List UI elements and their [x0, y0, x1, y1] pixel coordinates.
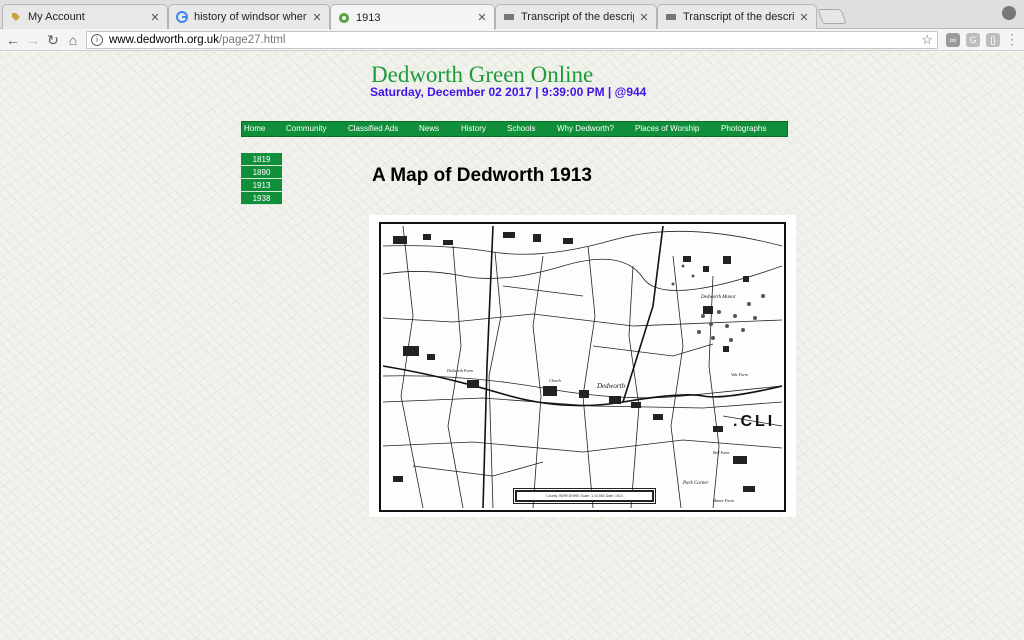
tab-title: Transcript of the description o [683, 11, 794, 23]
tab-title: Transcript of the description o [521, 11, 634, 23]
close-icon[interactable]: ✕ [476, 11, 488, 24]
profile-icon[interactable] [1002, 6, 1016, 20]
map-label: Church [549, 378, 561, 383]
historic-map[interactable]: Dedworth Dedworth Manor Dedworth Farm Ch… [369, 215, 796, 517]
year-link-1913[interactable]: 1913 [241, 179, 282, 192]
nav-community[interactable]: Community [284, 122, 326, 136]
url-path: /page27.html [218, 34, 286, 46]
year-link-1819[interactable]: 1819 [241, 153, 282, 166]
year-link-1890[interactable]: 1890 [241, 166, 282, 179]
tab-1913[interactable]: 1913 ✕ [330, 4, 495, 30]
svg-text:.CLI: .CLI [733, 413, 775, 430]
close-icon[interactable]: ✕ [311, 11, 323, 24]
tab-my-account[interactable]: My Account ✕ [2, 4, 168, 29]
bookmark-star-icon[interactable]: ☆ [921, 32, 933, 48]
browser-toolbar: ← → ↻ ⌂ i www.dedworth.org.uk/page27.htm… [0, 28, 1024, 51]
nav-home[interactable]: Home [242, 122, 265, 136]
map-label: Park Corner [682, 481, 708, 486]
nav-history[interactable]: History [459, 122, 486, 136]
map-caption: County: BERKSHIRE Scale: 1:10,560 Date: … [513, 488, 656, 504]
tab-title: My Account [28, 11, 85, 23]
close-icon[interactable]: ✕ [638, 11, 650, 24]
url-host: www.dedworth.org.uk [109, 34, 219, 46]
menu-icon[interactable]: · · · [1010, 28, 1016, 50]
map-label: Vale Farm [731, 372, 748, 377]
map-label: Bell Farm [713, 450, 729, 455]
year-link-1938[interactable]: 1938 [241, 192, 282, 205]
extension-g-icon[interactable]: G [966, 33, 980, 47]
tab-strip: My Account ✕ history of windsor when wer… [0, 0, 1024, 30]
map-drawing: Dedworth Dedworth Manor Dedworth Farm Ch… [383, 226, 782, 508]
tab-title: 1913 [356, 11, 381, 24]
address-bar[interactable]: i www.dedworth.org.uk/page27.html ☆ [86, 31, 938, 49]
tag-icon [9, 11, 22, 24]
nav-classified-ads[interactable]: Classified Ads [346, 122, 398, 136]
forward-arrow-icon[interactable]: → [24, 31, 42, 49]
web-page: Dedworth Green Online Saturday, December… [0, 52, 1024, 640]
page-icon [502, 11, 515, 24]
date-time: Saturday, December 02 2017 | 9:39:00 PM … [370, 85, 647, 99]
back-arrow-icon[interactable]: ← [4, 31, 22, 49]
info-icon[interactable]: i [91, 34, 103, 46]
extension-code-icon[interactable]: {} [986, 33, 1000, 47]
nav-photographs[interactable]: Photographs [719, 122, 766, 136]
home-icon[interactable]: ⌂ [64, 31, 82, 49]
map-label: Dedworth Farm [446, 368, 473, 373]
close-icon[interactable]: ✕ [149, 11, 161, 24]
tab-transcript-2[interactable]: Transcript of the description o ✕ [657, 4, 817, 29]
nav-schools[interactable]: Schools [505, 122, 535, 136]
main-nav: Home Community Classified Ads News Histo… [241, 121, 788, 137]
nav-news[interactable]: News [417, 122, 439, 136]
tab-google-search[interactable]: history of windsor when were ✕ [168, 4, 330, 29]
tab-transcript-1[interactable]: Transcript of the description o ✕ [495, 4, 657, 29]
map-label: Manor Farm [712, 498, 734, 503]
extension-icon[interactable]: ∞ [946, 33, 960, 47]
google-icon [175, 11, 188, 24]
map-label: Dedworth Manor [700, 295, 736, 300]
reload-icon[interactable]: ↻ [44, 31, 62, 49]
nav-why-dedworth[interactable]: Why Dedworth? [555, 122, 614, 136]
close-icon[interactable]: ✕ [798, 11, 810, 24]
map-border: Dedworth Dedworth Manor Dedworth Farm Ch… [379, 222, 786, 512]
page-title: A Map of Dedworth 1913 [372, 165, 592, 186]
tab-title: history of windsor when were [194, 11, 307, 23]
map-label: Dedworth [596, 382, 626, 390]
page-icon [664, 11, 677, 24]
year-nav: 1819 1890 1913 1938 [241, 153, 282, 205]
new-tab-button[interactable] [817, 9, 847, 24]
nav-places-of-worship[interactable]: Places of Worship [633, 122, 699, 136]
site-icon [337, 11, 350, 24]
